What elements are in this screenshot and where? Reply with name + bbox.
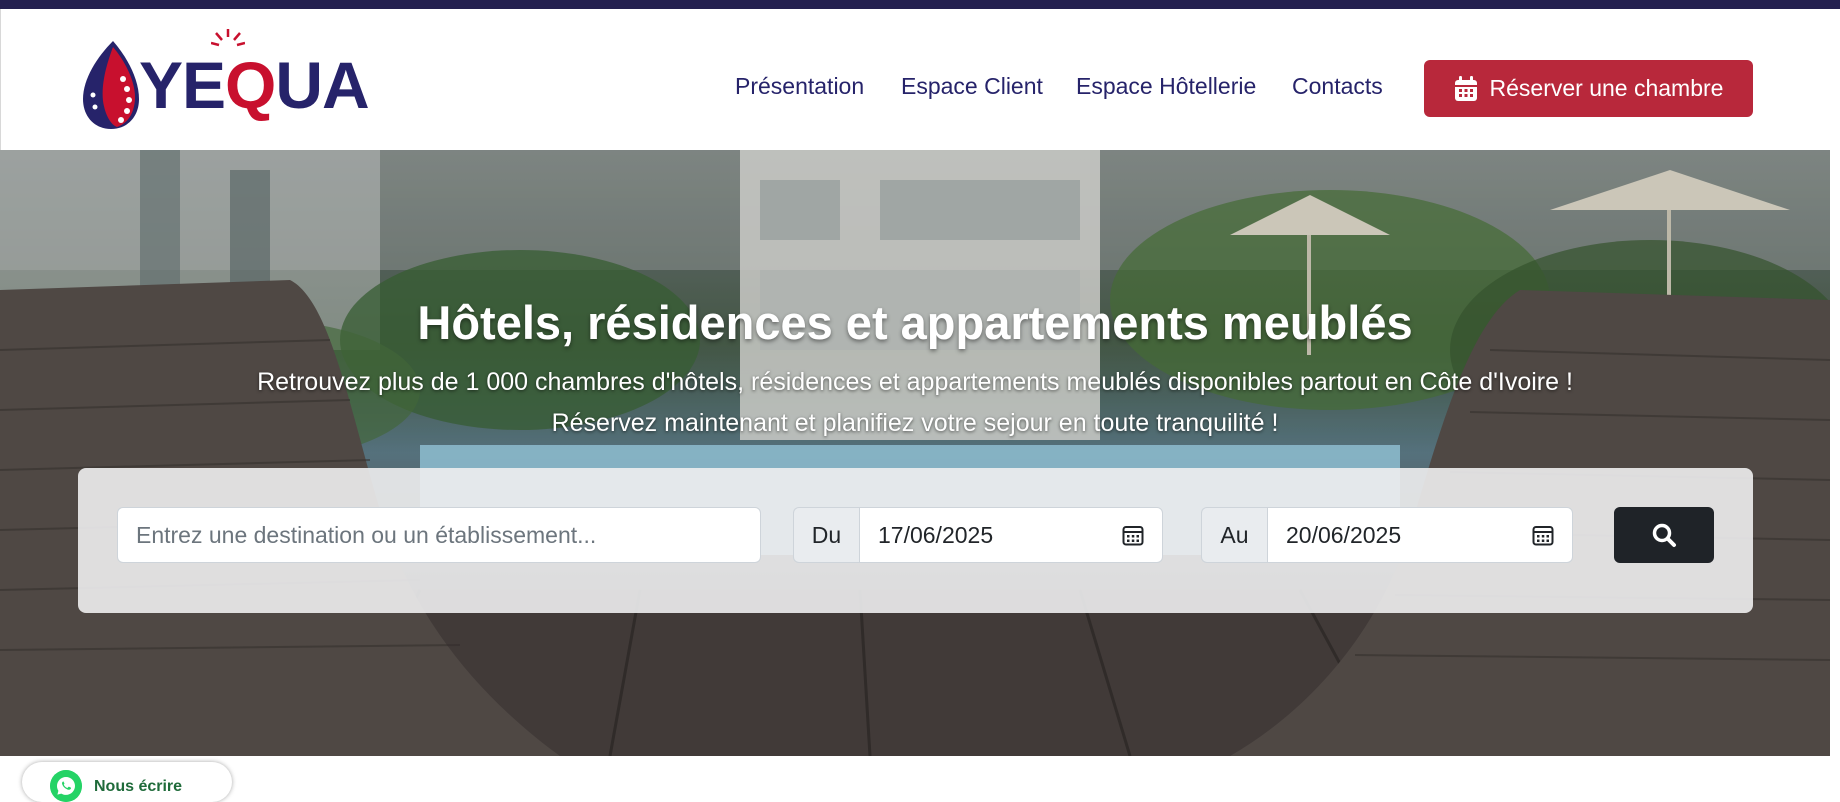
page-content-start <box>0 756 1830 786</box>
main-nav: Présentation Espace Client Espace Hôtell… <box>1 60 1831 118</box>
top-accent-bar <box>0 0 1840 9</box>
site-header: YEQUA Présentation Espace Client Espace … <box>0 9 1830 150</box>
date-from-label: Du <box>793 507 859 563</box>
date-to-field[interactable]: 20/06/2025 <box>1267 507 1573 563</box>
date-to-label: Au <box>1201 507 1267 563</box>
date-from-value: 17/06/2025 <box>878 521 994 548</box>
hero-subtitle-line1: Retrouvez plus de 1 000 chambres d'hôtel… <box>257 368 1573 396</box>
destination-search-input[interactable] <box>117 507 761 563</box>
nav-link-espace-hotellerie[interactable]: Espace Hôtellerie <box>1076 73 1256 100</box>
date-from-field[interactable]: 17/06/2025 <box>859 507 1163 563</box>
date-to-value: 20/06/2025 <box>1286 521 1402 548</box>
date-to-group: Au 20/06/2025 <box>1201 507 1573 563</box>
hero-background-image <box>0 150 1830 756</box>
hero-title: Hôtels, résidences et appartements meubl… <box>417 296 1413 349</box>
logo-rays-icon <box>211 29 245 47</box>
search-icon <box>1652 523 1676 547</box>
whatsapp-chat-button[interactable]: Nous écrire <box>22 762 232 802</box>
nav-link-presentation[interactable]: Présentation <box>735 73 864 100</box>
whatsapp-label: Nous écrire <box>94 778 183 795</box>
hero-subtitle-line2: Réservez maintenant et planifiez votre s… <box>551 409 1279 437</box>
nav-link-contacts[interactable]: Contacts <box>1292 73 1383 100</box>
calendar-icon[interactable] <box>1122 524 1144 546</box>
calendar-icon[interactable] <box>1532 524 1554 546</box>
hero-banner: Hôtels, résidences et appartements meubl… <box>0 150 1830 756</box>
nav-link-espace-client[interactable]: Espace Client <box>901 73 1043 100</box>
search-submit-button[interactable] <box>1614 507 1714 563</box>
whatsapp-icon <box>50 770 82 802</box>
calendar-icon <box>1454 75 1477 101</box>
search-card: Du 17/06/2025 Au 20/06/2025 <box>78 468 1753 613</box>
date-from-group: Du 17/06/2025 <box>793 507 1163 563</box>
page-scrollbar[interactable] <box>1830 9 1840 786</box>
reserve-room-label: Réserver une chambre <box>1489 75 1724 101</box>
reserve-room-button[interactable]: Réserver une chambre <box>1424 60 1753 117</box>
